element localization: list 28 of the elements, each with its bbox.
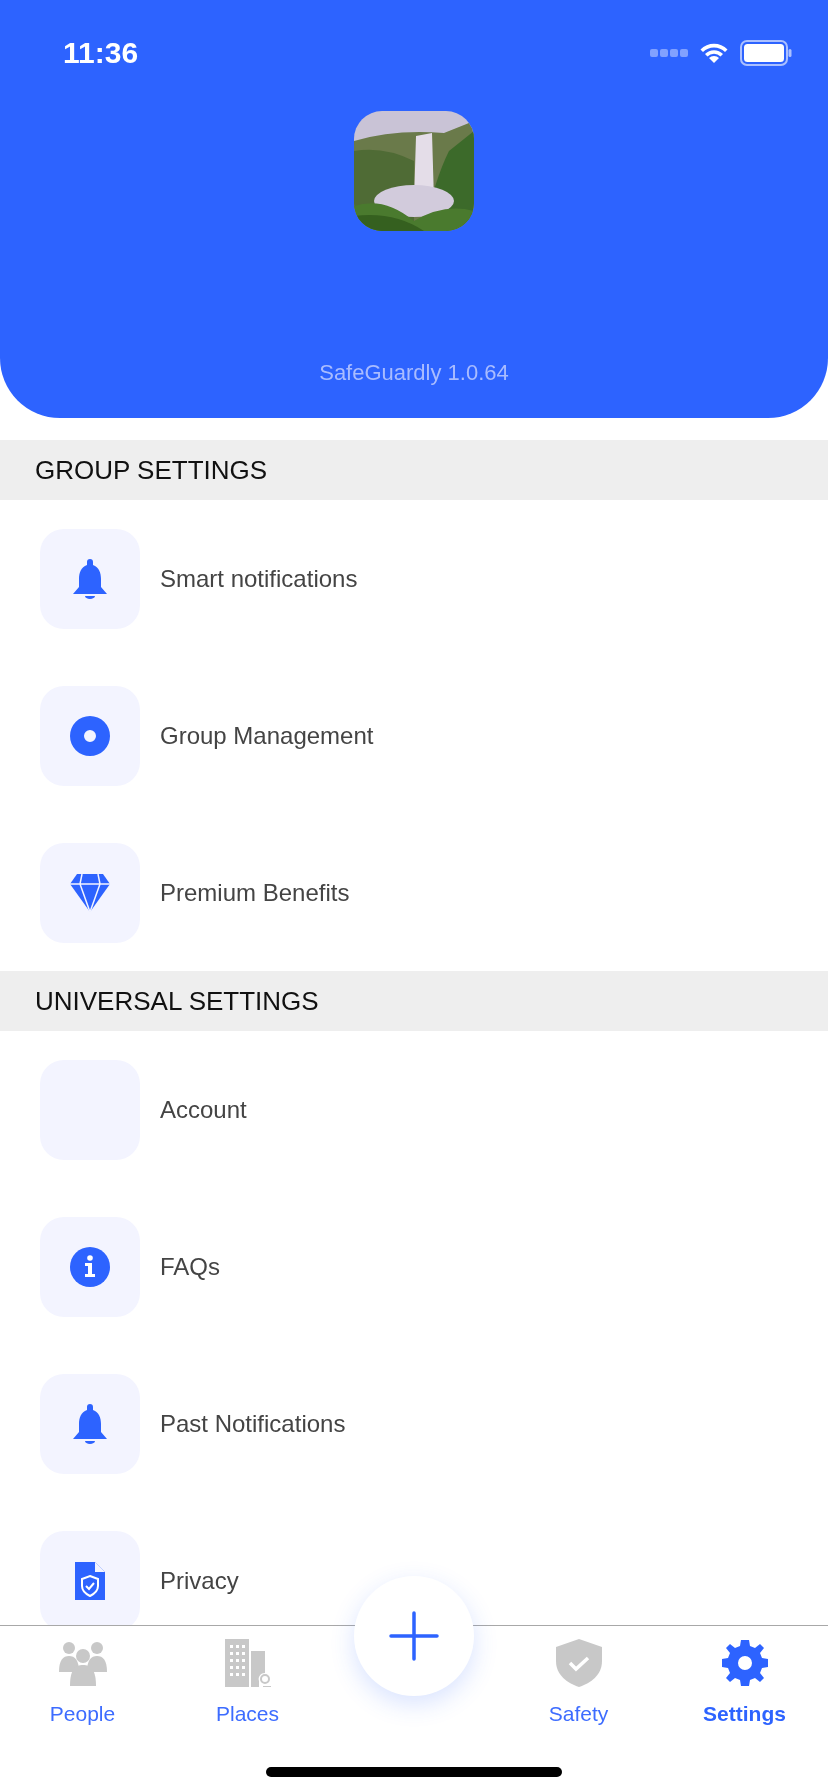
settings-item[interactable]: Privacy <box>160 1562 239 1599</box>
bell-icon <box>73 1403 107 1444</box>
battery-icon <box>740 39 792 66</box>
plus-icon <box>389 1611 439 1661</box>
settings-item[interactable]: Premium Benefits <box>160 874 350 911</box>
shield-document-icon <box>75 1561 105 1600</box>
settings-item[interactable]: Account <box>160 1091 247 1128</box>
app-version: SafeGuardly 1.0.64 <box>319 359 509 387</box>
buildings-icon <box>224 1639 271 1687</box>
settings-item[interactable]: FAQs <box>160 1248 220 1285</box>
section-header: GROUP SETTINGS <box>0 440 828 500</box>
tab[interactable]: Settings <box>661 1638 828 1730</box>
section-header: UNIVERSAL SETTINGS <box>0 971 828 1031</box>
settings-item[interactable]: Past Notifications <box>160 1405 346 1442</box>
tab[interactable]: People <box>0 1638 165 1730</box>
settings-item[interactable]: Smart notifications <box>160 560 358 597</box>
tab[interactable]: Places <box>165 1638 330 1730</box>
settings-item[interactable]: Group Management <box>160 717 374 754</box>
tab[interactable]: Safety <box>496 1638 661 1730</box>
diamond-icon <box>70 873 110 912</box>
settings-icon <box>721 1640 768 1686</box>
target-icon <box>70 715 110 756</box>
signal-icon <box>650 47 688 58</box>
bell-icon <box>73 558 107 599</box>
status-time: 11:36 <box>63 35 139 71</box>
shield-check-icon <box>555 1639 602 1687</box>
info-icon <box>70 1246 110 1287</box>
people-icon <box>58 1640 107 1686</box>
